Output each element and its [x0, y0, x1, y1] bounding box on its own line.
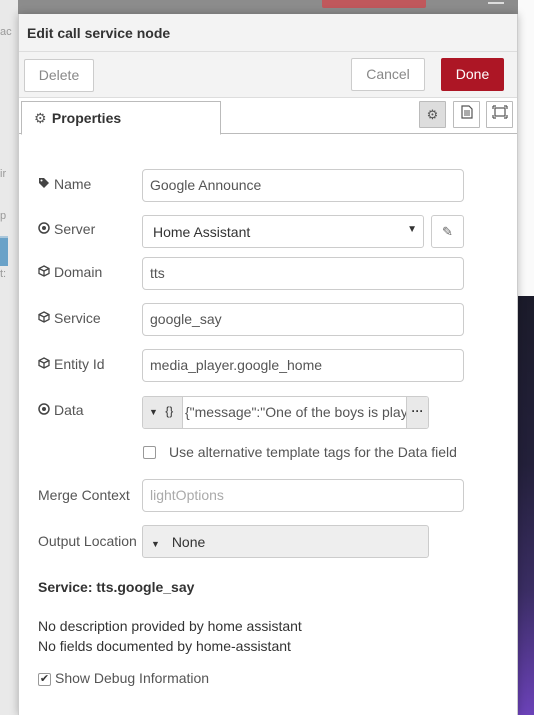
data-typed-input[interactable]: ▼ {} {"message":"One of the boys is play… [142, 396, 429, 429]
deploy-button[interactable] [322, 0, 426, 8]
description-document-icon[interactable] [453, 101, 480, 128]
tray-title: Edit call service node [19, 14, 517, 52]
name-label: Name [38, 176, 91, 192]
entity-id-label: Entity Id [38, 356, 105, 372]
service-fields-note: No fields documented by home-assistant [38, 638, 291, 654]
debug-checkbox[interactable]: ✔ [38, 673, 51, 686]
done-button[interactable]: Done [441, 58, 504, 91]
merge-context-input[interactable]: lightOptions [142, 479, 464, 512]
alt-tags-checkbox[interactable] [143, 446, 156, 459]
alt-tags-label: Use alternative template tags for the Da… [169, 444, 457, 460]
workspace-fragment: t: [0, 268, 7, 280]
ellipsis-icon: ··· [411, 404, 424, 418]
dot-circle-icon [38, 222, 54, 237]
chevron-down-icon: ▼ [407, 224, 417, 235]
workspace-right-edge [518, 0, 534, 715]
domain-input[interactable]: tts [142, 257, 464, 290]
expand-editor-button[interactable]: ··· [406, 397, 428, 428]
tray-toolbar: Delete Cancel Done [19, 52, 517, 98]
workspace-left-edge: ac ir p t: [0, 0, 18, 715]
background-window [518, 296, 534, 715]
data-type-select[interactable]: ▼ {} [143, 397, 183, 428]
output-location-select[interactable]: ▼ None [142, 525, 429, 558]
data-type-value: {} [165, 404, 174, 418]
dot-circle-icon [38, 403, 54, 418]
service-description: No description provided by home assistan… [38, 618, 302, 634]
edit-server-button[interactable]: ✎ [431, 215, 464, 248]
gear-icon: ⚙ [34, 110, 47, 126]
server-label-text: Server [54, 221, 96, 237]
data-value[interactable]: {"message":"One of the boys is play [185, 404, 407, 420]
cube-icon [38, 357, 54, 372]
domain-label-text: Domain [54, 264, 103, 280]
properties-form: Name Google Announce Server Home Assista… [19, 134, 517, 714]
caret-down-icon: ▼ [151, 539, 160, 549]
entity-id-label-text: Entity Id [54, 356, 105, 372]
workspace-fragment: p [0, 210, 7, 222]
pencil-icon: ✎ [442, 224, 453, 239]
name-input[interactable]: Google Announce [142, 169, 464, 202]
data-label: Data [38, 402, 84, 418]
domain-label: Domain [38, 264, 102, 280]
tab-properties[interactable]: ⚙ Properties [21, 101, 221, 135]
cube-icon [38, 311, 54, 326]
entity-id-input[interactable]: media_player.google_home [142, 349, 464, 382]
editor-topbar [0, 0, 534, 14]
data-label-text: Data [54, 402, 84, 418]
tag-icon [38, 177, 54, 192]
name-label-text: Name [54, 176, 92, 192]
delete-button[interactable]: Delete [24, 59, 94, 92]
flow-node[interactable] [0, 236, 8, 266]
edit-tray: Edit call service node Delete Cancel Don… [18, 14, 518, 715]
caret-down-icon: ▼ [149, 407, 158, 417]
server-label: Server [38, 221, 95, 237]
properties-gear-icon[interactable]: ⚙ [419, 101, 446, 128]
appearance-frame-icon[interactable] [486, 101, 513, 128]
server-select-value: Home Assistant [153, 224, 251, 240]
output-location-value: None [171, 534, 206, 550]
merge-context-label: Merge Context [38, 487, 130, 503]
tray-tabs: ⚙ Properties ⚙ [19, 98, 517, 135]
cancel-button[interactable]: Cancel [351, 58, 425, 91]
cube-icon [38, 265, 54, 280]
workspace-fragment: ac [0, 26, 12, 38]
output-location-label: Output Location [38, 533, 137, 549]
service-label-text: Service [54, 310, 101, 326]
tab-properties-label: Properties [51, 110, 122, 126]
service-input[interactable]: google_say [142, 303, 464, 336]
server-select[interactable]: Home Assistant ▼ [142, 215, 424, 248]
service-info-title: Service: tts.google_say [38, 579, 195, 595]
workspace-fragment: ir [0, 168, 7, 180]
main-menu-icon[interactable] [488, 0, 504, 4]
service-label: Service [38, 310, 101, 326]
debug-label: Show Debug Information [55, 670, 210, 686]
